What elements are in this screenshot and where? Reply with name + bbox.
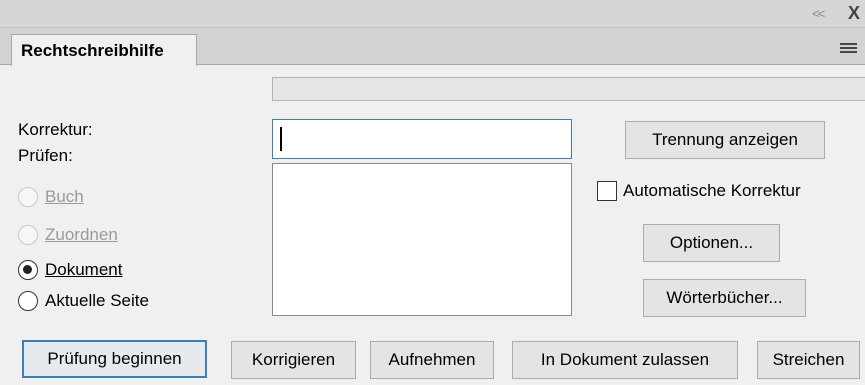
panel-title-bar: << X	[0, 0, 865, 28]
streichen-button[interactable]: Streichen	[757, 341, 860, 379]
radio-aktuelle-seite[interactable]: Aktuelle Seite	[18, 289, 149, 313]
close-icon[interactable]: X	[848, 3, 860, 24]
collapse-panel-icon[interactable]: <<	[812, 6, 825, 21]
trennung-anzeigen-button[interactable]: Trennung anzeigen	[625, 121, 825, 159]
status-field	[272, 77, 865, 101]
panel-menu-icon[interactable]	[840, 43, 857, 55]
tab-strip: Rechtschreibhilfe	[0, 28, 865, 66]
radio-dokument[interactable]: Dokument	[18, 258, 122, 282]
radio-buch[interactable]: Buch	[18, 185, 84, 209]
radio-label-dokument: Dokument	[45, 260, 123, 279]
radio-circle-selected	[18, 260, 38, 280]
aufnehmen-button[interactable]: Aufnehmen	[370, 341, 494, 379]
automatische-korrektur-checkbox[interactable]: Automatische Korrektur	[597, 178, 801, 204]
woerterbuecher-button[interactable]: Wörterbücher...	[643, 279, 806, 317]
checkbox-box	[597, 181, 617, 201]
korrektur-label: Korrektur:	[18, 120, 93, 139]
text-caret	[280, 127, 282, 151]
in-dokument-zulassen-button[interactable]: In Dokument zulassen	[512, 341, 738, 379]
optionen-button[interactable]: Optionen...	[643, 224, 780, 262]
pruefen-label: Prüfen:	[18, 146, 73, 165]
radio-circle	[18, 187, 38, 207]
pruefung-beginnen-button[interactable]: Prüfung beginnen	[22, 340, 207, 378]
automatische-korrektur-label: Automatische Korrektur	[623, 181, 801, 200]
korrektur-input[interactable]	[272, 119, 572, 159]
radio-circle	[18, 225, 38, 245]
korrigieren-button[interactable]: Korrigieren	[231, 341, 356, 379]
radio-label-zuordnen: Zuordnen	[45, 225, 118, 244]
radio-zuordnen[interactable]: Zuordnen	[18, 223, 118, 247]
tab-rechtschreibhilfe[interactable]: Rechtschreibhilfe	[11, 34, 197, 66]
suggestions-list[interactable]	[272, 163, 572, 316]
radio-label-buch: Buch	[45, 187, 84, 206]
radio-circle	[18, 291, 38, 311]
radio-label-aktuelle-seite: Aktuelle Seite	[45, 291, 149, 310]
